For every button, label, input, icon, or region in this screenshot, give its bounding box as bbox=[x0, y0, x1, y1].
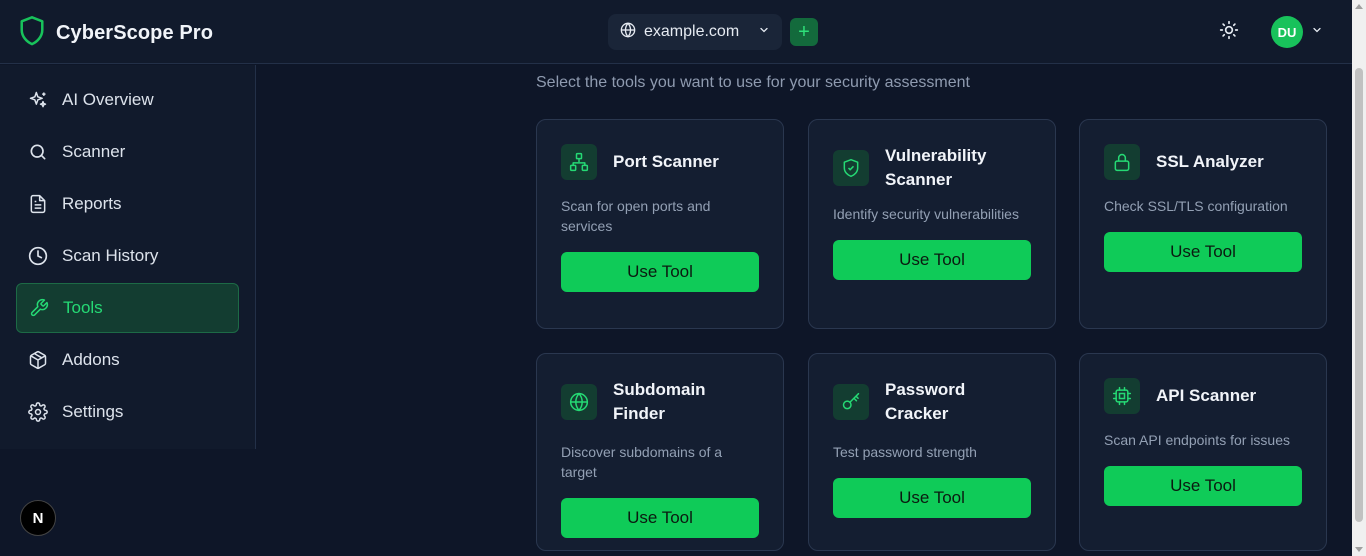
use-tool-button[interactable]: Use Tool bbox=[561, 252, 759, 292]
tool-description: Check SSL/TLS configuration bbox=[1104, 198, 1288, 214]
user-menu[interactable]: DU bbox=[1271, 16, 1323, 48]
scroll-up-arrow-icon[interactable] bbox=[1355, 4, 1363, 9]
tool-description: Scan API endpoints for issues bbox=[1104, 432, 1290, 448]
app-name: CyberScope Pro bbox=[56, 22, 214, 44]
tool-card-port-scanner: Port Scanner Scan for open ports and ser… bbox=[536, 119, 784, 329]
tool-title: Vulnerability Scanner bbox=[885, 146, 987, 189]
sidebar-item-label: Addons bbox=[62, 350, 120, 369]
use-tool-button[interactable]: Use Tool bbox=[833, 240, 1031, 280]
avatar[interactable]: DU bbox=[1271, 16, 1303, 48]
dev-tools-badge[interactable]: N bbox=[20, 500, 56, 536]
tool-card-vulnerability-scanner: Vulnerability Scanner Identify security … bbox=[808, 119, 1056, 329]
shield-icon bbox=[18, 15, 46, 52]
tool-description: Scan for open ports and services bbox=[561, 198, 711, 234]
sidebar-item-label: Tools bbox=[63, 298, 103, 317]
sun-icon bbox=[1219, 20, 1239, 45]
use-tool-button[interactable]: Use Tool bbox=[833, 478, 1031, 518]
tool-description: Discover subdomains of a target bbox=[561, 444, 723, 480]
scroll-down-arrow-icon[interactable] bbox=[1355, 547, 1363, 552]
tool-title: API Scanner bbox=[1156, 386, 1257, 405]
page-subtitle: Select the tools you want to use for you… bbox=[536, 74, 970, 91]
search-icon bbox=[28, 142, 48, 162]
clock-icon bbox=[28, 246, 48, 266]
scrollbar-thumb[interactable] bbox=[1355, 68, 1363, 522]
sidebar-item-settings[interactable]: Settings bbox=[16, 387, 239, 437]
sidebar-item-ai-overview[interactable]: AI Overview bbox=[16, 75, 239, 125]
tool-card-api-scanner: API Scanner Scan API endpoints for issue… bbox=[1079, 353, 1327, 551]
sidebar-item-addons[interactable]: Addons bbox=[16, 335, 239, 385]
key-icon bbox=[833, 384, 869, 420]
tool-title: Port Scanner bbox=[613, 152, 719, 171]
tool-description: Identify security vulnerabilities bbox=[833, 206, 1019, 222]
document-icon bbox=[28, 194, 48, 214]
use-tool-button[interactable]: Use Tool bbox=[1104, 232, 1302, 272]
sidebar-item-label: Scanner bbox=[62, 142, 126, 161]
package-icon bbox=[28, 350, 48, 370]
lock-icon bbox=[1104, 144, 1140, 180]
sidebar-item-reports[interactable]: Reports bbox=[16, 179, 239, 229]
tool-title: Subdomain Finder bbox=[613, 380, 706, 423]
sidebar-item-label: Reports bbox=[62, 194, 122, 213]
gear-icon bbox=[28, 402, 48, 422]
sidebar-item-scan-history[interactable]: Scan History bbox=[16, 231, 239, 281]
wrench-icon bbox=[29, 298, 49, 318]
page-title-obscured bbox=[536, 28, 696, 58]
use-tool-button[interactable]: Use Tool bbox=[1104, 466, 1302, 506]
globe-icon bbox=[561, 384, 597, 420]
sidebar-item-tools[interactable]: Tools bbox=[16, 283, 239, 333]
sidebar-item-label: Scan History bbox=[62, 246, 159, 265]
tool-card-password-cracker: Password Cracker Test password strength … bbox=[808, 353, 1056, 551]
sidebar-item-scanner[interactable]: Scanner bbox=[16, 127, 239, 177]
add-domain-button[interactable]: + bbox=[790, 18, 818, 46]
page-scrollbar[interactable] bbox=[1352, 0, 1366, 556]
shield-check-icon bbox=[833, 150, 869, 186]
sparkles-icon bbox=[28, 90, 48, 110]
network-icon bbox=[561, 144, 597, 180]
tool-card-ssl-analyzer: SSL Analyzer Check SSL/TLS configuration… bbox=[1079, 119, 1327, 329]
cpu-icon bbox=[1104, 378, 1140, 414]
chevron-down-icon bbox=[758, 23, 770, 41]
brand[interactable]: CyberScope Pro bbox=[18, 15, 213, 52]
tool-title: Password Cracker bbox=[885, 380, 966, 423]
sidebar: AI Overview Scanner Reports Scan History bbox=[0, 65, 256, 449]
sidebar-item-label: AI Overview bbox=[62, 90, 154, 109]
theme-toggle-button[interactable] bbox=[1216, 19, 1242, 45]
tool-description: Test password strength bbox=[833, 444, 977, 460]
tool-card-subdomain-finder: Subdomain Finder Discover subdomains of … bbox=[536, 353, 784, 551]
use-tool-button[interactable]: Use Tool bbox=[561, 498, 759, 538]
tool-title: SSL Analyzer bbox=[1156, 152, 1264, 171]
chevron-down-icon bbox=[1311, 23, 1323, 41]
sidebar-item-label: Settings bbox=[62, 402, 124, 421]
